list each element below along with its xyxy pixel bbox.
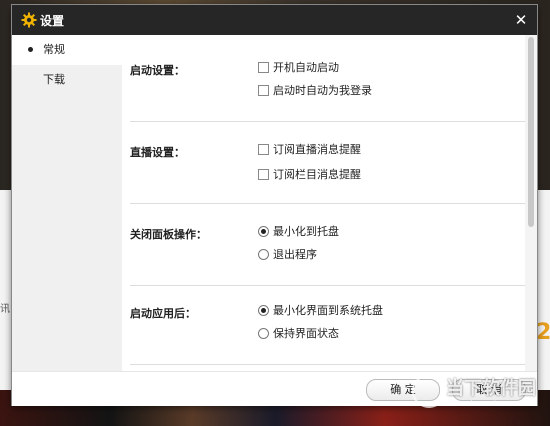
gear-icon <box>21 12 37 28</box>
checkbox-box <box>258 168 269 180</box>
close-icon: ✕ <box>514 11 528 29</box>
settings-sidebar: 常规 下载 <box>12 35 122 405</box>
sidebar-item-general[interactable]: 常规 <box>12 35 122 65</box>
column-notify-checkbox[interactable]: 订阅栏目消息提醒 <box>258 167 361 183</box>
dialog-title: 设置 <box>40 14 65 28</box>
radio-label: 最小化到托盘 <box>273 225 339 238</box>
checkbox-label: 订阅栏目消息提醒 <box>273 168 361 181</box>
minimize-ui-to-tray-radio[interactable]: 最小化界面到系统托盘 <box>258 303 383 319</box>
radio-label: 保持界面状态 <box>273 327 339 340</box>
auto-login-checkbox[interactable]: 启动时自动为我登录 <box>258 83 372 99</box>
watermark-url: www.downxia.com <box>446 399 521 408</box>
radio-selected <box>258 225 269 237</box>
background-side-text: 讯 <box>0 304 10 315</box>
checkbox-box <box>258 143 269 155</box>
close-button[interactable]: ✕ <box>511 10 531 30</box>
settings-dialog: 设置 ✕ 常规 下载 启动设置： 开机自动启动 启动时自动为我登录 直播设置： … <box>12 5 537 406</box>
scrollbar-thumb[interactable] <box>528 37 534 227</box>
after-start-section-title: 启动应用后： <box>130 307 196 320</box>
exit-program-radio[interactable]: 退出程序 <box>258 247 317 263</box>
checkbox-label: 订阅直播消息提醒 <box>273 143 361 156</box>
watermark-name: 当下软件园 <box>446 378 536 399</box>
vertical-scrollbar[interactable] <box>525 35 537 371</box>
live-notify-checkbox[interactable]: 订阅直播消息提醒 <box>258 142 361 158</box>
minimize-to-tray-radio[interactable]: 最小化到托盘 <box>258 224 339 240</box>
title-bar[interactable]: 设置 ✕ <box>12 5 537 35</box>
startup-section-title: 启动设置： <box>130 64 185 77</box>
background-number: 2 <box>536 320 550 345</box>
section-divider <box>130 364 526 365</box>
watermark-logo-icon <box>412 374 446 408</box>
section-divider <box>130 121 526 122</box>
radio-unselected <box>258 327 269 339</box>
checkbox-box <box>258 84 269 96</box>
site-watermark: 当下软件园 www.downxia.com <box>412 372 542 424</box>
checkbox-label: 开机自动启动 <box>273 61 339 74</box>
checkbox-label: 启动时自动为我登录 <box>273 84 372 97</box>
auto-start-checkbox[interactable]: 开机自动启动 <box>258 60 339 76</box>
sidebar-item-label: 常规 <box>43 43 65 56</box>
radio-label: 最小化界面到系统托盘 <box>273 304 383 317</box>
keep-ui-state-radio[interactable]: 保持界面状态 <box>258 326 339 342</box>
radio-selected <box>258 304 269 316</box>
sidebar-item-label: 下载 <box>43 73 65 86</box>
active-bullet-icon <box>28 47 33 52</box>
section-divider <box>130 285 526 286</box>
radio-unselected <box>258 248 269 260</box>
close-panel-section-title: 关闭面板操作： <box>130 228 207 241</box>
checkbox-box <box>258 61 269 73</box>
live-section-title: 直播设置： <box>130 146 185 159</box>
sidebar-item-download[interactable]: 下载 <box>12 65 122 95</box>
section-divider <box>130 203 526 204</box>
settings-content: 启动设置： 开机自动启动 启动时自动为我登录 直播设置： 订阅直播消息提醒 订阅… <box>122 35 537 371</box>
radio-label: 退出程序 <box>273 248 317 261</box>
